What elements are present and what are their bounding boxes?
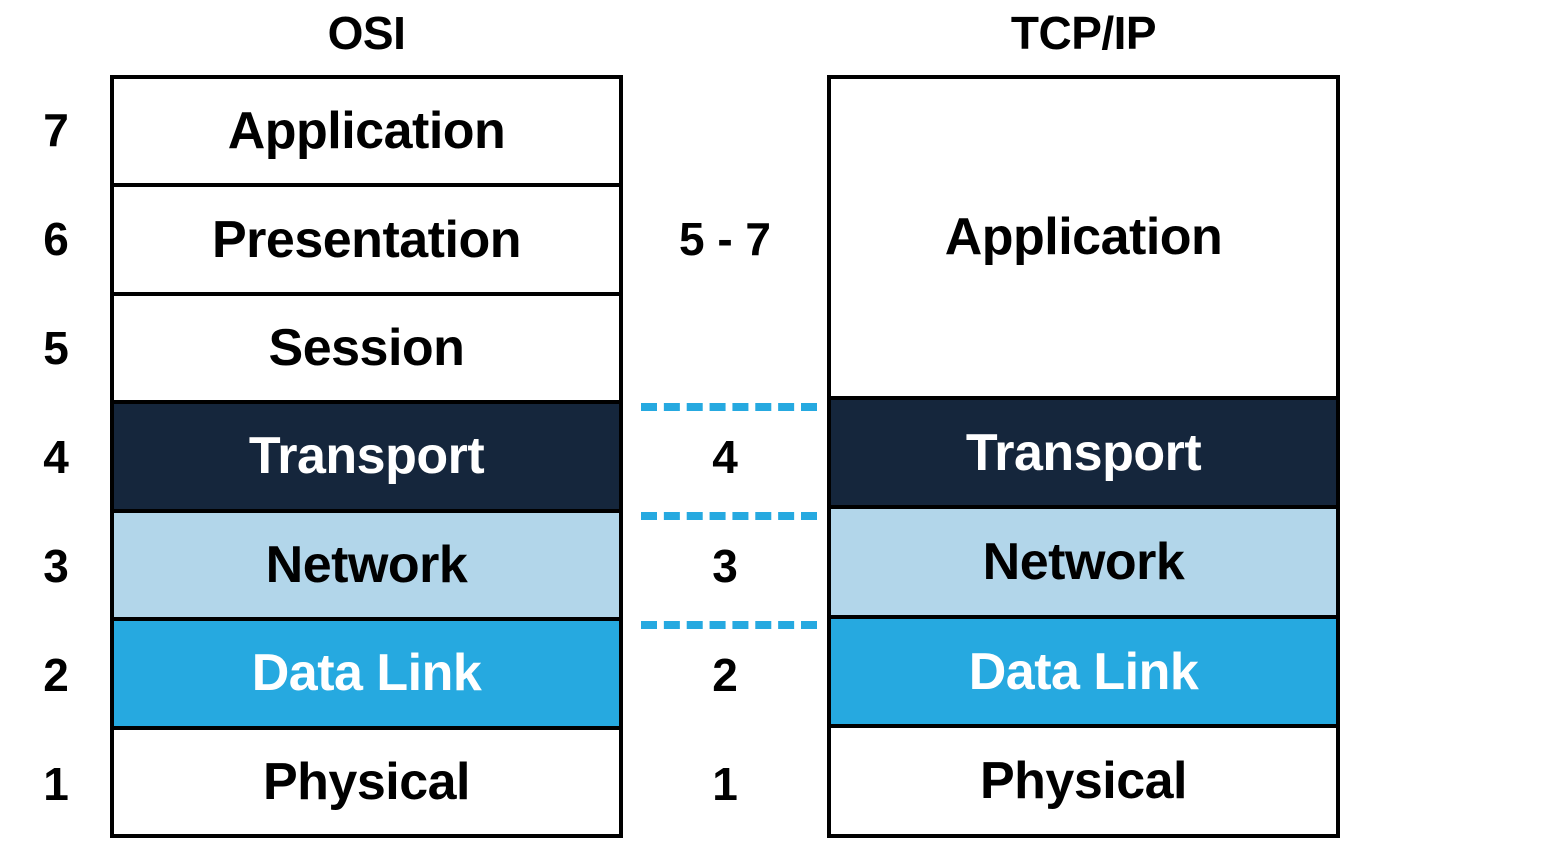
osi-layer-data-link-label: Data Link	[251, 644, 482, 703]
osi-layer-application-label: Application	[227, 102, 506, 161]
tcpip-layer-data-link-label: Data Link	[968, 642, 1199, 701]
osi-layer-number-5: 5	[43, 321, 69, 374]
osi-layer-number-6: 6	[43, 212, 69, 265]
dashed-connector-transport-network	[641, 512, 817, 520]
tcpip-layer-number-3: 3	[712, 539, 738, 592]
dashed-connector-above-transport	[641, 403, 817, 411]
osi-layer-physical: Physical	[114, 729, 619, 834]
tcpip-layer-number-2: 2	[712, 648, 738, 701]
osi-layer-network: Network	[114, 512, 619, 622]
tcpip-layer-network-label: Network	[982, 533, 1185, 592]
osi-layer-session-label: Session	[268, 319, 465, 378]
osi-layer-session: Session	[114, 295, 619, 405]
tcpip-layer-application: Application	[831, 79, 1336, 400]
osi-layer-presentation-label: Presentation	[212, 210, 521, 269]
osi-layer-transport-label: Transport	[248, 427, 485, 486]
osi-layer-number-4: 4	[43, 430, 69, 483]
tcpip-layer-number-1: 1	[712, 757, 738, 810]
tcpip-layer-transport: Transport	[831, 399, 1336, 510]
osi-layer-number-3: 3	[43, 539, 69, 592]
tcpip-layer-data-link: Data Link	[831, 618, 1336, 729]
osi-tcpip-comparison-diagram: OSI TCP/IP 7 6 5 4 3 2 1 Application Pre…	[0, 0, 1561, 860]
tcpip-layer-physical: Physical	[831, 728, 1336, 835]
osi-layer-number-column: 7 6 5 4 3 2 1	[8, 75, 104, 838]
osi-layer-network-label: Network	[265, 535, 468, 594]
osi-layer-number-7: 7	[43, 103, 69, 156]
osi-layer-data-link: Data Link	[114, 621, 619, 730]
tcpip-layer-number-5-7: 5 - 7	[678, 212, 772, 265]
osi-layer-presentation: Presentation	[114, 187, 619, 296]
tcpip-layer-number-column: 5 - 7 4 3 2 1	[627, 75, 823, 838]
osi-layer-stack: Application Presentation Session Transpo…	[110, 75, 623, 838]
dashed-connector-network-data-link	[641, 621, 817, 629]
osi-layer-transport: Transport	[114, 404, 619, 513]
osi-layer-number-2: 2	[43, 648, 69, 701]
osi-layer-application: Application	[114, 79, 619, 188]
tcpip-column-title: TCP/IP	[1010, 7, 1157, 59]
osi-layer-number-1: 1	[43, 757, 69, 810]
tcpip-layer-physical-label: Physical	[979, 752, 1188, 811]
tcpip-layer-stack: Application Transport Network Data Link …	[827, 75, 1340, 838]
tcpip-layer-application-label: Application	[944, 208, 1223, 267]
osi-layer-physical-label: Physical	[262, 752, 471, 811]
tcpip-layer-transport-label: Transport	[965, 423, 1202, 482]
tcpip-layer-network: Network	[831, 509, 1336, 619]
tcpip-layer-number-4: 4	[712, 430, 738, 483]
osi-column-title: OSI	[327, 7, 406, 59]
